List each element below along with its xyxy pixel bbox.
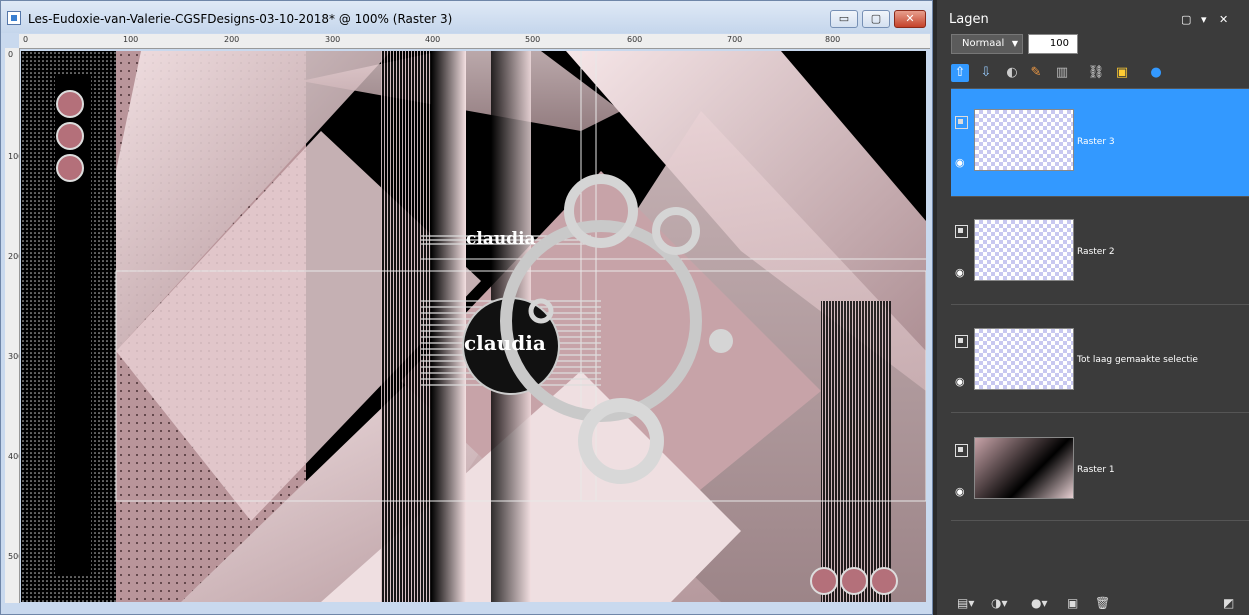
- mask-icon[interactable]: ◐: [1003, 64, 1021, 82]
- ruler-horizontal[interactable]: 0 100 200 300 400 500 600 700 800: [19, 34, 930, 49]
- layer-row-raster-2[interactable]: ◉ Raster 2: [951, 197, 1249, 305]
- ruler-label: 800: [825, 35, 841, 44]
- layer-name: Raster 2: [1077, 247, 1115, 257]
- minimize-button[interactable]: ▭: [830, 10, 858, 28]
- layer-row-raster-3[interactable]: ◉ Raster 3: [951, 89, 1249, 197]
- mask-layer-icon[interactable]: ●▾: [1031, 596, 1048, 610]
- ruler-label: 200: [8, 252, 19, 261]
- group-icon[interactable]: ▥: [1053, 64, 1071, 82]
- close-button[interactable]: ✕: [894, 10, 926, 28]
- maximize-button[interactable]: ▢: [862, 10, 890, 28]
- layer-name: Tot laag gemaakte selectie: [1077, 355, 1198, 365]
- maximize-icon[interactable]: ▢: [1181, 13, 1191, 26]
- ruler-label: 500: [8, 552, 19, 561]
- layer-thumbnail: [974, 328, 1074, 390]
- window-title: Les-Eudoxie-van-Valerie-CGSFDesigns-03-1…: [28, 12, 453, 26]
- layer-row-raster-1[interactable]: ◉ Raster 1: [951, 413, 1249, 521]
- document-window: Les-Eudoxie-van-Valerie-CGSFDesigns-03-1…: [0, 0, 933, 615]
- ruler-label: 100: [8, 152, 19, 161]
- properties-icon[interactable]: ◑▾: [991, 596, 1008, 610]
- watermark-small: claudia: [466, 229, 536, 249]
- layer-thumbnail: [974, 109, 1074, 171]
- layer-type-icon: [955, 225, 968, 238]
- ruler-label: 100: [123, 35, 139, 44]
- layer-list: ◉ Raster 3 ◉ Raster 2 ◉ Tot laag gemaakt…: [951, 88, 1249, 526]
- layer-thumbnail: [974, 219, 1074, 281]
- close-icon[interactable]: ✕: [1219, 13, 1228, 26]
- document-icon: [7, 11, 21, 25]
- effects-icon[interactable]: ●: [1147, 64, 1165, 82]
- artwork: [21, 51, 926, 602]
- merge-icon[interactable]: ▣: [1067, 596, 1078, 610]
- new-layer-icon[interactable]: ▤▾: [957, 596, 974, 610]
- panel-title: Lagen: [949, 12, 989, 27]
- layer-type-icon: [955, 444, 968, 457]
- ruler-label: 400: [425, 35, 441, 44]
- ruler-label: 600: [627, 35, 643, 44]
- adjustment-icon[interactable]: ✎: [1027, 64, 1045, 82]
- new-raster-icon[interactable]: ⇧: [951, 64, 969, 82]
- watermark-large: claudia: [464, 331, 546, 355]
- ruler-label: 500: [525, 35, 541, 44]
- lock-icon[interactable]: ▣: [1113, 64, 1131, 82]
- visibility-eye-icon[interactable]: ◉: [955, 376, 969, 388]
- ruler-label: 0: [8, 50, 14, 59]
- blend-mode-value: Normaal: [962, 38, 1005, 49]
- layers-panel: Lagen ▢ ▾ ✕ Normaal ▼ 100 ⇧ ⇩ ◐ ✎ ▥ ⛓ ▣ ●…: [937, 0, 1249, 615]
- opacity-input[interactable]: 100: [1028, 34, 1078, 54]
- chevron-down-icon: ▼: [1011, 39, 1018, 48]
- link-icon[interactable]: ⛓: [1087, 64, 1105, 82]
- layer-name: Raster 1: [1077, 465, 1115, 475]
- layer-row-selection[interactable]: ◉ Tot laag gemaakte selectie: [951, 305, 1249, 413]
- new-vector-icon[interactable]: ⇩: [977, 64, 995, 82]
- ruler-label: 700: [727, 35, 743, 44]
- panel-options-icon[interactable]: ◩: [1223, 596, 1234, 610]
- title-bar[interactable]: Les-Eudoxie-van-Valerie-CGSFDesigns-03-1…: [1, 1, 932, 33]
- pin-icon[interactable]: ▾: [1201, 13, 1207, 26]
- visibility-eye-icon[interactable]: ◉: [955, 267, 969, 279]
- delete-icon[interactable]: 🗑: [1095, 596, 1110, 610]
- ruler-label: 300: [325, 35, 341, 44]
- ruler-label: 400: [8, 452, 19, 461]
- layer-name: Raster 3: [1077, 137, 1115, 147]
- layer-type-icon: [955, 335, 968, 348]
- layer-type-icon: [955, 116, 968, 129]
- layer-thumbnail: [974, 437, 1074, 499]
- layers-bottom-bar: ▤▾ ◑▾ ●▾ ▣ 🗑 ◩: [949, 596, 1249, 614]
- ruler-label: 200: [224, 35, 240, 44]
- ruler-vertical[interactable]: 0 100 200 300 400 500: [5, 48, 20, 603]
- blend-mode-select[interactable]: Normaal ▼: [951, 34, 1023, 54]
- visibility-eye-icon[interactable]: ◉: [955, 157, 969, 169]
- visibility-eye-icon[interactable]: ◉: [955, 486, 969, 498]
- ruler-label: 300: [8, 352, 19, 361]
- image-canvas[interactable]: claudia claudia: [21, 51, 926, 602]
- ruler-label: 0: [23, 35, 29, 44]
